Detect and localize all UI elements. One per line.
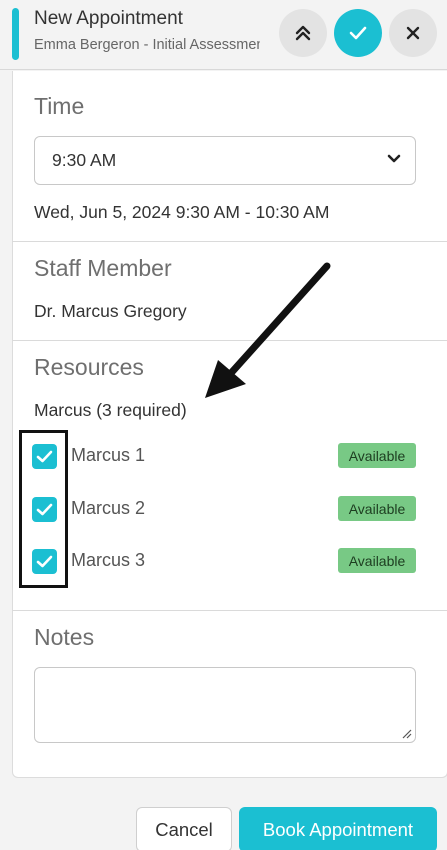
collapse-button[interactable] [279, 9, 327, 57]
notes-section-title: Notes [34, 624, 95, 650]
confirm-button[interactable] [334, 9, 382, 57]
check-icon [349, 26, 367, 40]
dialog-header: New Appointment Emma Bergeron - Initial … [0, 0, 447, 70]
annotation-highlight-box [19, 430, 68, 588]
double-chevron-up-icon [295, 25, 311, 41]
staff-section-title: Staff Member [34, 255, 172, 281]
cancel-button[interactable]: Cancel [136, 807, 232, 850]
appointment-time-summary: Wed, Jun 5, 2024 9:30 AM - 10:30 AM [34, 202, 330, 222]
section-divider [12, 340, 447, 341]
availability-badge: Available [338, 496, 416, 521]
resource-label: Marcus 2 [71, 498, 146, 518]
notes-textarea[interactable] [34, 667, 416, 743]
chevron-down-icon [387, 154, 401, 163]
staff-member-name: Dr. Marcus Gregory [34, 301, 187, 321]
availability-badge: Available [338, 443, 416, 468]
close-icon [406, 26, 420, 40]
resources-section-title: Resources [34, 354, 144, 380]
book-appointment-button[interactable]: Book Appointment [239, 807, 437, 850]
accent-bar [12, 8, 19, 60]
close-button[interactable] [389, 9, 437, 57]
availability-badge: Available [338, 548, 416, 573]
resource-label: Marcus 1 [71, 445, 146, 465]
time-select[interactable]: 9:30 AM [34, 136, 416, 185]
resize-grip-icon[interactable] [401, 728, 412, 739]
section-divider [12, 241, 447, 242]
resource-label: Marcus 3 [71, 550, 146, 570]
time-select-value: 9:30 AM [52, 150, 117, 170]
section-divider [12, 610, 447, 611]
dialog-subtitle: Emma Bergeron - Initial Assessment [34, 37, 260, 53]
time-section-title: Time [34, 93, 85, 119]
resources-requirement: Marcus (3 required) [34, 400, 187, 420]
dialog-title: New Appointment [34, 8, 183, 29]
